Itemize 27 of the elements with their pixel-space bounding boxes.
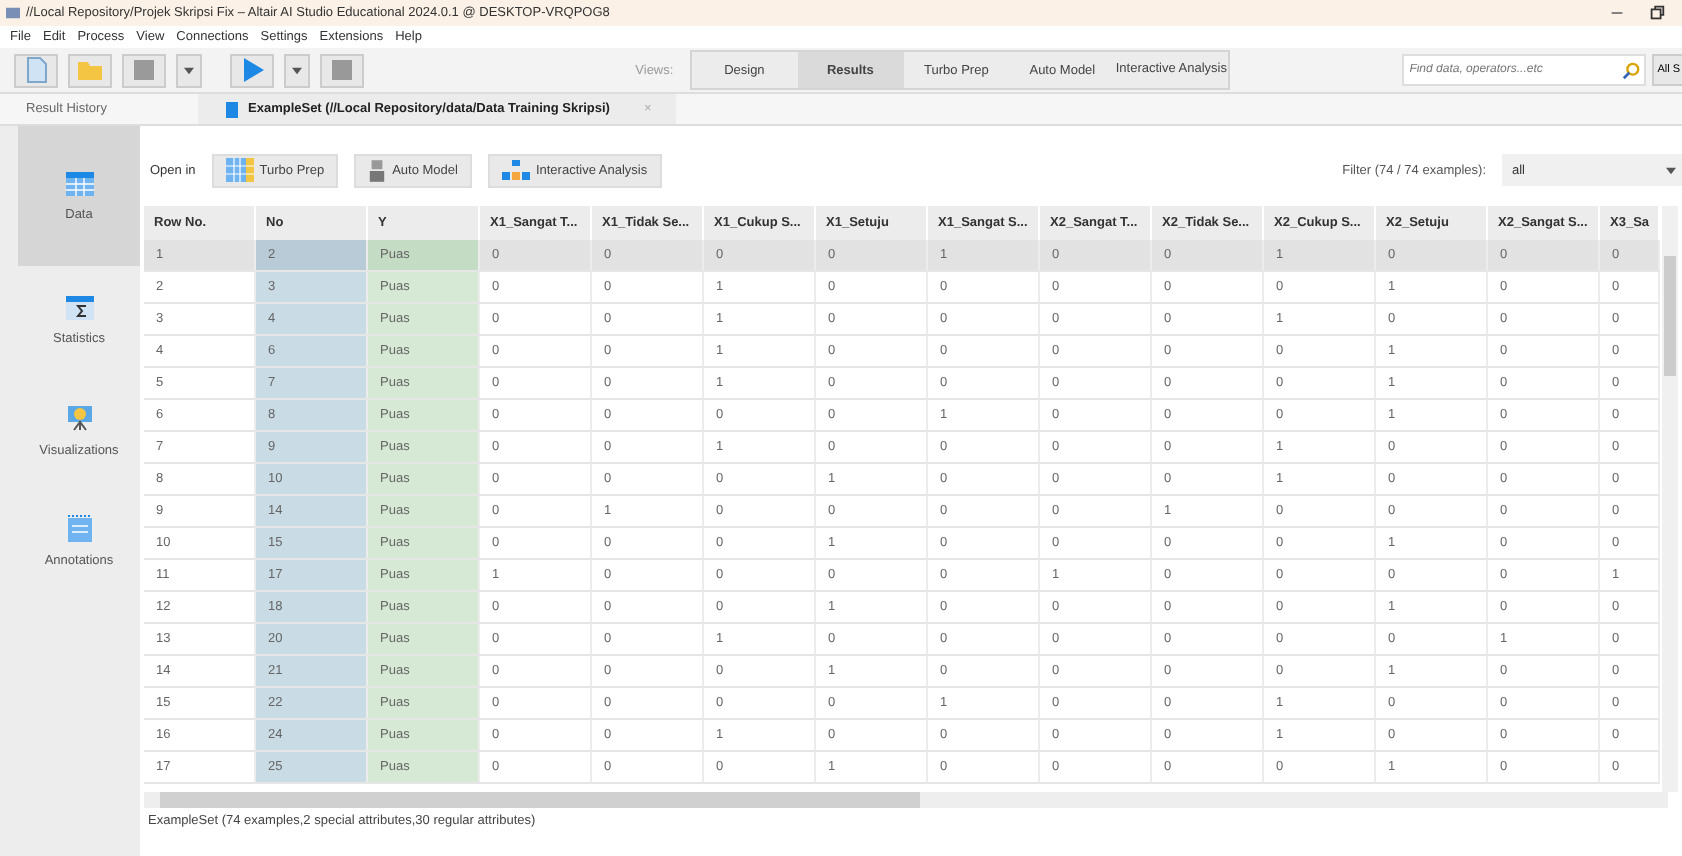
hierarchy-icon	[501, 160, 530, 180]
app-icon	[6, 6, 20, 20]
dropdown-arrow-icon	[1666, 165, 1676, 175]
dropdown-button[interactable]	[284, 53, 310, 87]
dropdown-button[interactable]	[176, 53, 202, 87]
folder-icon	[76, 56, 104, 84]
grid-icon	[225, 158, 254, 182]
stop-button[interactable]	[320, 53, 364, 87]
horizontal-scrollbar[interactable]	[144, 792, 1668, 808]
notes-icon	[67, 514, 91, 542]
caret-icon	[184, 65, 194, 75]
run-button[interactable]	[230, 53, 274, 87]
save-button[interactable]	[122, 53, 166, 87]
restore-icon[interactable]	[1648, 4, 1666, 22]
stop-icon	[328, 56, 356, 84]
new-file-button[interactable]	[14, 53, 58, 87]
search-icon	[1621, 62, 1640, 80]
play-icon	[238, 56, 266, 84]
sigma-icon	[65, 296, 93, 320]
robot-icon	[368, 159, 387, 181]
presentation-icon	[65, 404, 93, 432]
document-icon	[22, 56, 50, 84]
table-icon	[65, 171, 93, 195]
vertical-scrollbar[interactable]	[1662, 206, 1678, 792]
document-icon	[226, 101, 238, 117]
caret-icon	[292, 65, 302, 75]
open-folder-button[interactable]	[68, 53, 112, 87]
